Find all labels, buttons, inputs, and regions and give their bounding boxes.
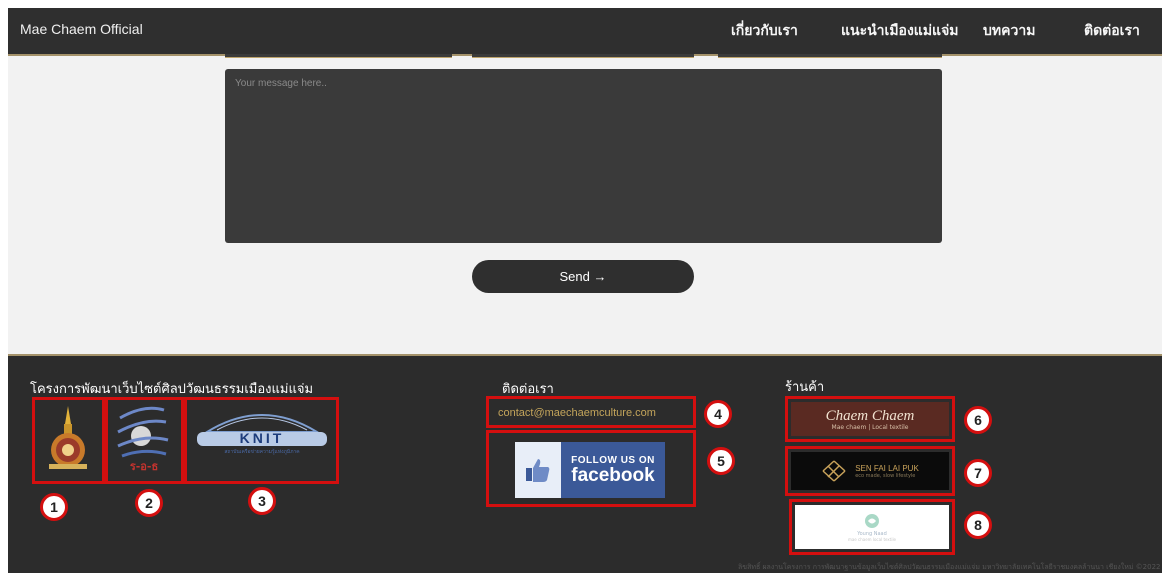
shop-2-name: SEN FAI LAI PUK	[855, 463, 919, 473]
annotation-badge-4: 4	[704, 400, 732, 428]
page: Mae Chaem Official เกี่ยวกับเรา แนะนำเมื…	[8, 8, 1162, 573]
facebook-big-text: facebook	[571, 464, 655, 486]
young-naad-logo-icon	[865, 513, 879, 528]
globe-emblem-icon: ร-อ-ธ	[117, 406, 169, 473]
knit-logo-box[interactable]: KNIT สถาบันเครือข่ายความรู้แห่งภูมิภาค	[184, 397, 339, 484]
partner-logo-2-box[interactable]: ร-อ-ธ	[105, 397, 184, 484]
annotation-badge-5: 5	[707, 447, 735, 475]
site-brand[interactable]: Mae Chaem Official	[20, 21, 143, 37]
send-button[interactable]: Send →	[472, 260, 694, 293]
facebook-label: FOLLOW US ON facebook	[561, 442, 665, 498]
facebook-small-text: FOLLOW US ON	[571, 454, 655, 466]
shop-young-naad-link[interactable]: Young Naad mae chaem local textile	[795, 505, 949, 549]
nav-mae-chaem-guide[interactable]: แนะนำเมืองแม่แจ่ม	[841, 20, 959, 42]
nav-articles[interactable]: บทความ	[983, 20, 1035, 42]
annotation-badge-3: 3	[248, 487, 276, 515]
subject-input-edge[interactable]	[718, 54, 942, 58]
message-placeholder: Your message here..	[235, 78, 327, 89]
knit-subtitle: สถาบันเครือข่ายความรู้แห่งภูมิภาค	[224, 448, 299, 455]
knit-title: KNIT	[240, 430, 285, 446]
facebook-follow-button[interactable]: FOLLOW US ON facebook	[515, 442, 665, 498]
annotation-badge-1: 1	[40, 493, 68, 521]
shop-box-2: SEN FAI LAI PUK eco made, slow lifestyle	[785, 446, 955, 496]
woven-pattern-icon	[822, 460, 846, 482]
top-navbar: Mae Chaem Official เกี่ยวกับเรา แนะนำเมื…	[8, 8, 1162, 56]
email-box: contact@maechaemculture.com	[486, 396, 696, 428]
contact-email-link[interactable]: contact@maechaemculture.com	[498, 407, 656, 419]
annotation-badge-2: 2	[135, 489, 163, 517]
shop-sen-fai-lai-puk-link[interactable]: SEN FAI LAI PUK eco made, slow lifestyle	[791, 452, 949, 490]
shop-box-1: Chaem Chaem Mae chaem | Local textile	[785, 396, 955, 442]
message-textarea[interactable]: Your message here..	[225, 69, 942, 243]
university-logo-box[interactable]	[32, 397, 105, 484]
shop-chaem-chaem-link[interactable]: Chaem Chaem Mae chaem | Local textile	[791, 402, 949, 436]
facebook-box: FOLLOW US ON facebook	[486, 430, 696, 507]
shop-heading: ร้านค้า	[785, 380, 825, 395]
annotation-badge-7: 7	[964, 459, 992, 487]
project-heading: โครงการพัฒนาเว็บไซต์ศิลปวัฒนธรรมเมืองแม่…	[30, 382, 314, 397]
shop-3-tagline: mae chaem local textile	[847, 536, 897, 542]
email-input-edge[interactable]	[472, 54, 694, 58]
thumbs-up-icon	[515, 442, 561, 498]
knit-logo-icon: KNIT สถาบันเครือข่ายความรู้แห่งภูมิภาค	[197, 414, 327, 455]
annotation-badge-8: 8	[964, 511, 992, 539]
shop-1-tagline: Mae chaem | Local textile	[831, 423, 909, 431]
nav-contact[interactable]: ติดต่อเรา	[1084, 20, 1140, 42]
nav-about[interactable]: เกี่ยวกับเรา	[731, 20, 798, 42]
university-emblem-icon	[49, 406, 87, 469]
annotation-badge-6: 6	[964, 406, 992, 434]
shop-1-name: Chaem Chaem	[825, 407, 915, 424]
footer: โครงการพัฒนาเว็บไซต์ศิลปวัฒนธรรมเมืองแม่…	[8, 354, 1162, 573]
copyright-text: ลิขสิทธิ์ ผลงานโครงการ การพัฒนาฐานข้อมูล…	[738, 563, 1161, 571]
name-input-edge[interactable]	[225, 54, 452, 58]
logo-2-text: ร-อ-ธ	[130, 460, 159, 473]
shop-box-3: Young Naad mae chaem local textile	[789, 499, 955, 555]
shop-2-tagline: eco made, slow lifestyle	[855, 472, 916, 479]
